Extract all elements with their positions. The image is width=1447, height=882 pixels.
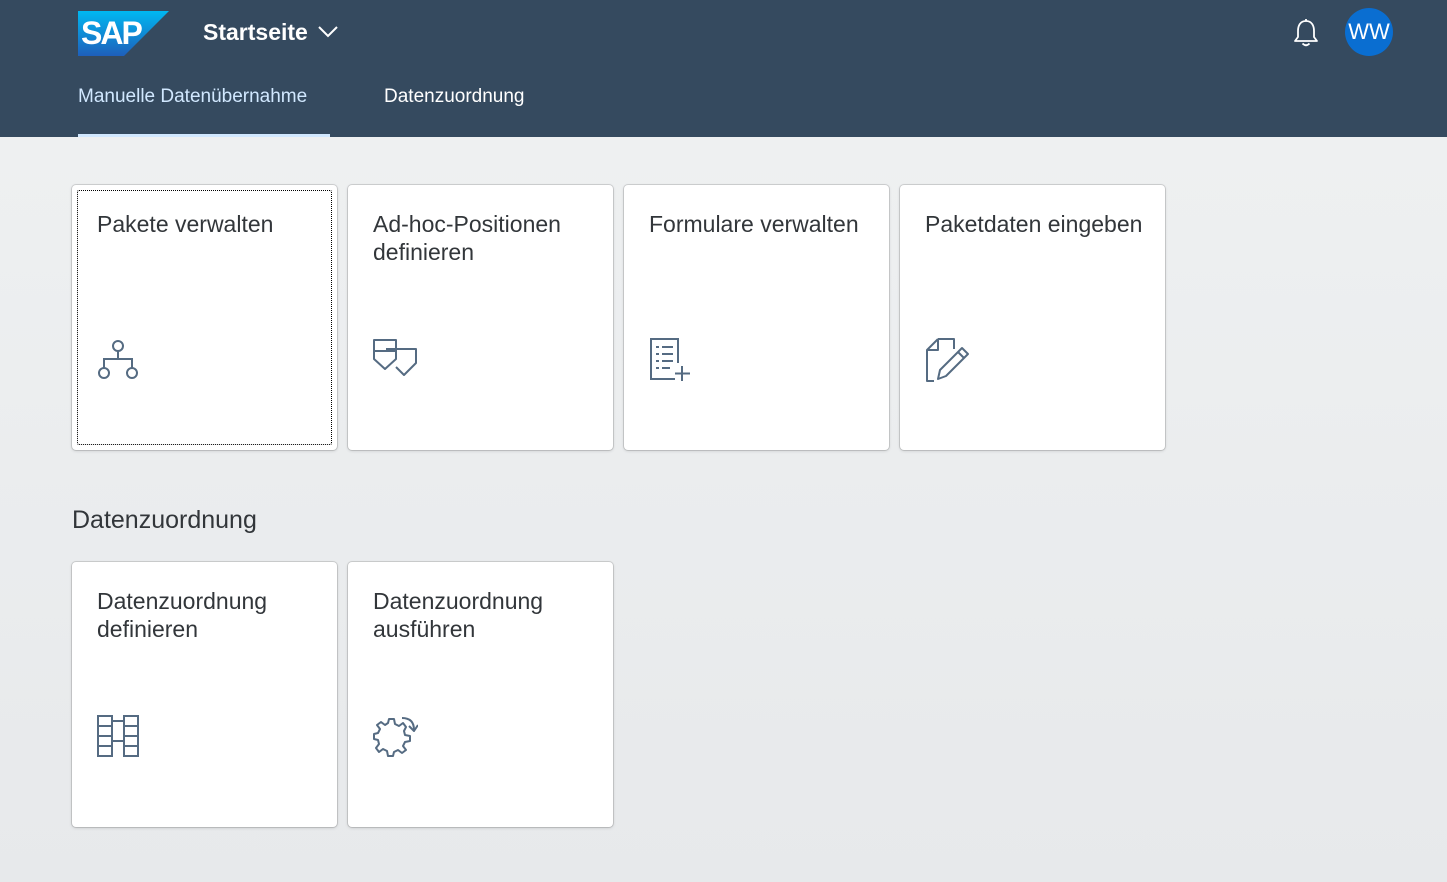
tile-datenzuordnung-ausfuehren[interactable]: Datenzuordnung ausführen	[348, 562, 613, 827]
tile-title: Formulare verwalten	[649, 210, 869, 238]
tile-datenzuordnung-definieren[interactable]: Datenzuordnung definieren	[72, 562, 337, 827]
form-add-icon	[648, 337, 694, 383]
tab-manuelle-datenuebernahme[interactable]: Manuelle Datenübernahme	[78, 86, 330, 137]
hierarchy-icon	[96, 337, 142, 383]
bell-icon[interactable]	[1292, 18, 1320, 48]
shell-header: SAP Startseite WW Manuelle Datenübernahm…	[0, 0, 1447, 137]
shell-title: Startseite	[203, 19, 308, 46]
tile-pakete-verwalten[interactable]: Pakete verwalten	[72, 185, 337, 450]
tile-paketdaten-eingeben[interactable]: Paketdaten eingeben	[900, 185, 1165, 450]
tile-title: Pakete verwalten	[97, 210, 317, 238]
svg-text:SAP: SAP	[81, 15, 142, 51]
tile-title: Paketdaten eingeben	[925, 210, 1145, 238]
group-title-datenzuordnung: Datenzuordnung	[72, 506, 257, 535]
gear-run-icon	[372, 714, 418, 760]
tile-ad-hoc-positionen[interactable]: Ad-hoc-Positionen definieren	[348, 185, 613, 450]
tab-datenzuordnung[interactable]: Datenzuordnung	[384, 86, 525, 137]
document-edit-icon	[924, 337, 970, 383]
launchpad-content: Pakete verwalten Ad-hoc-Positionen defin…	[0, 137, 1447, 882]
tile-title: Datenzuordnung ausführen	[373, 587, 593, 643]
sap-logo[interactable]: SAP	[78, 11, 169, 56]
data-mapping-icon	[96, 714, 142, 760]
tile-formulare-verwalten[interactable]: Formulare verwalten	[624, 185, 889, 450]
chevron-down-icon	[318, 26, 338, 38]
shield-items-icon	[372, 337, 418, 383]
shell-title-menu[interactable]: Startseite	[203, 17, 338, 47]
user-avatar[interactable]: WW	[1345, 8, 1393, 56]
tile-title: Ad-hoc-Positionen definieren	[373, 210, 593, 266]
tile-title: Datenzuordnung definieren	[97, 587, 317, 643]
